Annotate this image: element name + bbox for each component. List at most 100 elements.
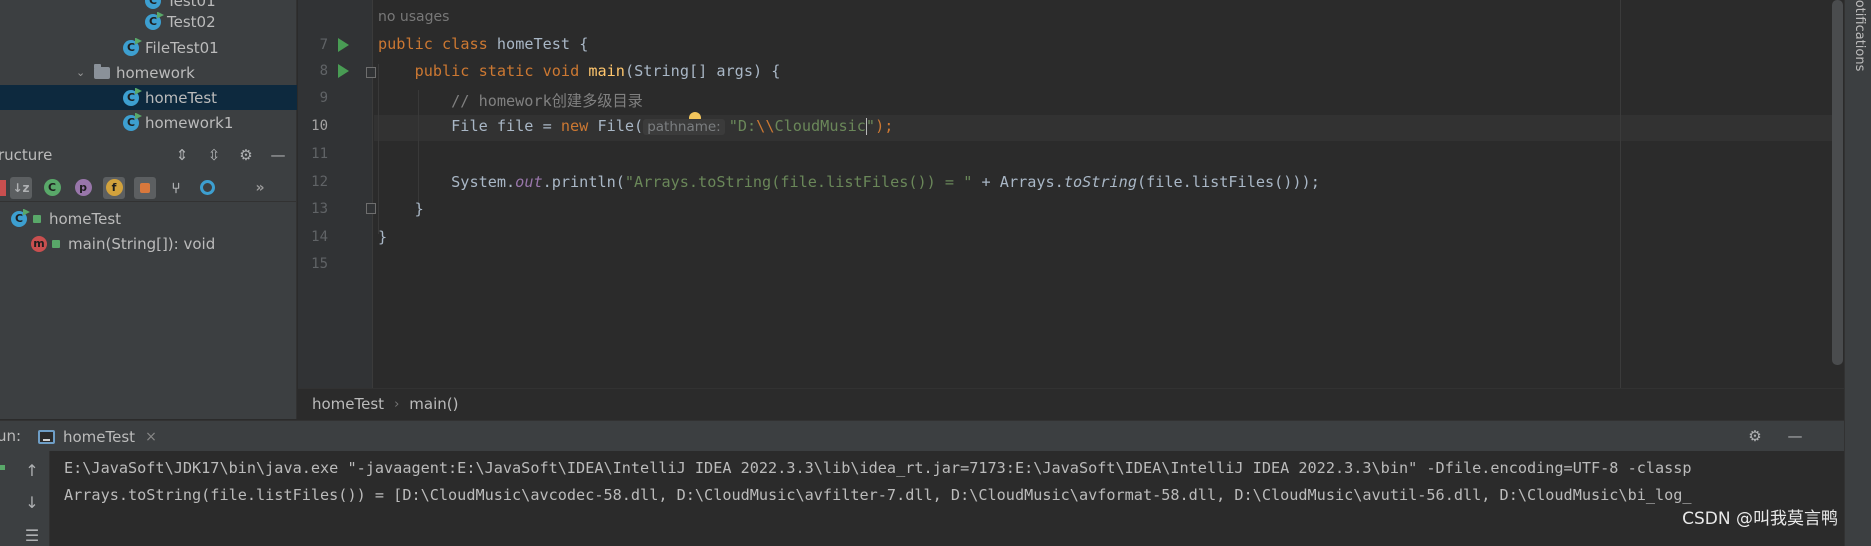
- notifications-tab[interactable]: Notifications: [1852, 0, 1867, 71]
- show-lambdas-icon[interactable]: ⑂: [165, 177, 187, 199]
- class-icon: C: [123, 89, 139, 106]
- public-lock-icon: [52, 239, 60, 248]
- tree-item-homework-package[interactable]: ⌄ homework: [0, 60, 297, 85]
- show-fields-icon[interactable]: f: [103, 176, 125, 199]
- code-line-9[interactable]: // homework创建多级目录: [378, 89, 643, 111]
- show-inherited-icon[interactable]: C: [41, 177, 63, 199]
- field-letter: f: [105, 179, 123, 196]
- show-properties-icon[interactable]: p: [72, 177, 94, 199]
- structure-node-method[interactable]: m main(String[]): void: [0, 231, 297, 256]
- editor-gutter: 7 8 9 10 11 12 13 14 15: [298, 0, 376, 388]
- public-lock-icon: [33, 214, 41, 223]
- run-console[interactable]: ↑ ↓ ☰ E:\JavaSoft\JDK17\bin\java.exe "-j…: [0, 451, 1844, 546]
- console-line: Arrays.toString(file.listFiles()) = [D:\…: [64, 486, 1692, 504]
- code-line-13[interactable]: }: [378, 200, 424, 218]
- line-number: 8: [319, 63, 328, 79]
- line-number: 11: [311, 146, 328, 162]
- keyword: public: [378, 35, 433, 53]
- keyword: static: [478, 62, 534, 80]
- method-icon: m: [31, 235, 47, 252]
- close-icon[interactable]: ×: [145, 429, 157, 445]
- code-text: File file =: [451, 117, 561, 135]
- tree-item-homework1[interactable]: C homework1: [0, 110, 297, 135]
- code-text: + Arrays.: [972, 173, 1064, 191]
- hide-panel-icon[interactable]: —: [1784, 425, 1806, 447]
- fold-marker-icon[interactable]: [366, 67, 376, 78]
- structure-node-label: main(String[]): void: [68, 234, 216, 253]
- run-main-icon[interactable]: [338, 64, 349, 78]
- code-text: System.: [451, 173, 516, 191]
- hide-panel-icon[interactable]: —: [267, 144, 289, 166]
- editor-scrollbar[interactable]: [1832, 0, 1843, 365]
- arrow-up-icon[interactable]: ↑: [22, 461, 42, 481]
- soft-wrap-icon[interactable]: ☰: [22, 526, 42, 546]
- structure-title: ructure: [0, 145, 53, 164]
- code-text: }: [378, 228, 388, 246]
- anonymous-classes-icon[interactable]: [196, 177, 218, 199]
- string-literal: "Arrays.toString(file.listFiles()) = ": [624, 173, 973, 191]
- property-letter: p: [74, 179, 92, 196]
- run-tab-label: homeTest: [63, 427, 136, 446]
- show-non-public-icon[interactable]: [134, 176, 156, 199]
- run-class-icon[interactable]: [338, 38, 349, 52]
- keyword: new: [560, 117, 589, 135]
- code-text: (file.listFiles()));: [1136, 173, 1320, 191]
- run-tab-hometest[interactable]: homeTest ×: [38, 421, 157, 452]
- structure-node-label: homeTest: [49, 209, 122, 228]
- structure-node-class[interactable]: C homeTest: [0, 206, 297, 231]
- keyword: class: [442, 35, 488, 53]
- run-panel-header: un: homeTest × ⚙ —: [0, 420, 1844, 451]
- chevron-down-icon[interactable]: ⌄: [76, 66, 88, 79]
- tree-item-hometest[interactable]: C homeTest: [0, 85, 297, 110]
- keyword: void: [542, 62, 580, 80]
- tree-item-test02[interactable]: C Test02: [0, 9, 297, 34]
- static-field: out: [515, 173, 543, 191]
- code-text: File(: [588, 117, 644, 135]
- gear-icon[interactable]: ⚙: [235, 144, 257, 166]
- tree-item-label: Test02: [167, 12, 216, 31]
- line-number: 7: [319, 37, 328, 53]
- more-chevron-icon[interactable]: »: [249, 177, 271, 199]
- code-line-10[interactable]: File file = new File(pathname: "D:\\Cloud…: [378, 117, 893, 135]
- code-line-14[interactable]: }: [378, 228, 387, 246]
- tree-item-filetest01[interactable]: C FileTest01: [0, 35, 297, 60]
- gear-icon[interactable]: ⚙: [1744, 425, 1766, 447]
- console-line: E:\JavaSoft\JDK17\bin\java.exe "-javaage…: [64, 459, 1692, 477]
- run-side-toolbar: ↑ ↓ ☰: [0, 451, 50, 546]
- code-line-12[interactable]: System.out.println("Arrays.toString(file…: [378, 173, 1320, 191]
- collapse-all-icon[interactable]: ⇳: [203, 144, 225, 166]
- chevron-right-icon: ›: [394, 396, 400, 412]
- project-panel: C Test01 C Test02 C FileTest01 ⌄ homewor…: [0, 0, 297, 419]
- line-number: 15: [311, 256, 328, 272]
- code-editor[interactable]: 7 8 9 10 11 12 13 14 15 no usages public…: [298, 0, 1844, 388]
- structure-header: ructure ⇕ ⇳ ⚙ —: [0, 141, 297, 168]
- breadcrumb: homeTest › main(): [298, 388, 1844, 419]
- class-letter: C: [43, 179, 61, 196]
- breadcrumb-item-class[interactable]: homeTest: [312, 395, 384, 413]
- string-literal: "D:: [728, 117, 757, 135]
- breadcrumb-item-method[interactable]: main(): [409, 395, 458, 413]
- usages-hint[interactable]: no usages: [378, 9, 449, 25]
- class-icon: C: [145, 13, 161, 30]
- code-line-8[interactable]: public static void main(String[] args) {: [378, 62, 781, 80]
- code-text: .println(: [542, 173, 625, 191]
- code-line-7[interactable]: public class homeTest {: [378, 35, 588, 53]
- static-method: toString: [1063, 173, 1137, 191]
- line-number: 9: [319, 90, 328, 106]
- run-label: un:: [0, 427, 22, 445]
- arrow-down-icon[interactable]: ↓: [22, 493, 42, 513]
- line-number: 10: [311, 118, 328, 134]
- tree-item-label: homework: [116, 63, 195, 82]
- code-text: (String[] args) {: [624, 62, 781, 80]
- class-icon: C: [11, 210, 27, 227]
- rerun-indicator-icon[interactable]: [0, 465, 5, 470]
- sort-alpha-icon[interactable]: ↓z: [10, 176, 32, 199]
- expand-all-icon[interactable]: ⇕: [171, 144, 193, 166]
- tree-item-label: homework1: [145, 113, 234, 132]
- line-number: 13: [311, 201, 328, 217]
- parameter-hint: pathname:: [643, 119, 725, 135]
- comment: // homework创建多级目录: [451, 92, 643, 110]
- fold-marker-icon[interactable]: [366, 203, 376, 214]
- sort-visibility-icon[interactable]: [0, 179, 6, 196]
- right-margin-guide: [1620, 0, 1621, 388]
